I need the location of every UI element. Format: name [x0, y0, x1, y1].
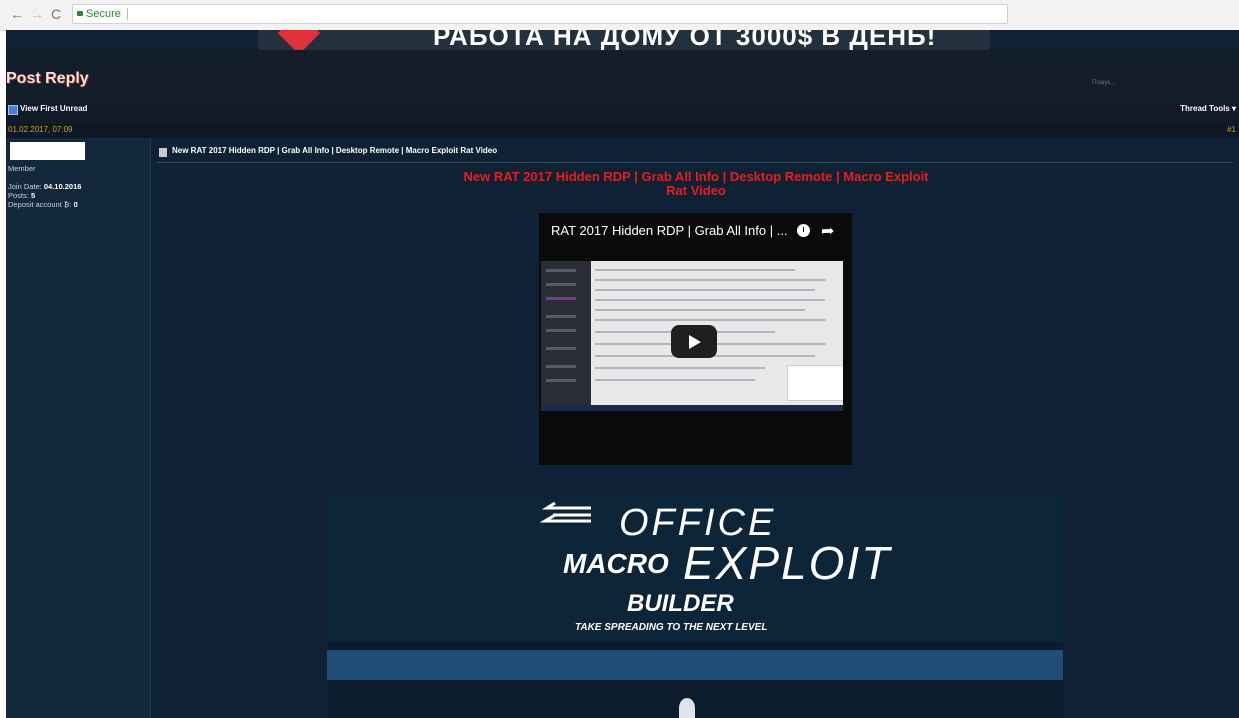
promo-macro-text: MACRO	[563, 548, 669, 579]
ad-banner[interactable]: РАБОТА НА ДОМУ ОТ 3000$ В ДЕНЬ!	[258, 30, 990, 50]
video-embed[interactable]: RAT 2017 Hidden RDP | Grab All Info | ..…	[539, 213, 852, 465]
post-reply-button[interactable]: Post Reply	[6, 70, 89, 88]
promo-exploit-text: EXPLOIT	[683, 537, 892, 589]
posts-row: Posts: 5	[8, 191, 35, 200]
deposit-row: Deposit account ₿: 0	[8, 200, 78, 209]
lock-icon	[77, 11, 83, 16]
reload-icon[interactable]: C	[51, 6, 61, 22]
promo-tagline: TAKE SPREADING TO THE NEXT LEVEL	[575, 622, 768, 633]
thumb-row	[595, 269, 795, 271]
thumb-line	[546, 283, 576, 286]
join-date-value: 04.10.2016	[43, 182, 82, 191]
forum-page: РАБОТА НА ДОМУ ОТ 3000$ В ДЕНЬ! Post Rep…	[6, 30, 1239, 718]
posts-label: Posts:	[8, 191, 29, 200]
thumbnail-taskbar	[541, 405, 843, 411]
secure-label: Secure	[86, 8, 121, 20]
play-icon[interactable]	[671, 325, 717, 358]
post-heading-line1: New RAT 2017 Hidden RDP | Grab All Info …	[463, 169, 929, 184]
post-content: New RAT 2017 Hidden RDP | Grab All Info …	[151, 138, 1239, 718]
video-title[interactable]: RAT 2017 Hidden RDP | Grab All Info | ..…	[551, 223, 788, 238]
browser-toolbar: ← → C Secure	[0, 0, 1239, 31]
post-divider	[157, 162, 1233, 163]
thumb-row	[595, 379, 755, 381]
thumb-line	[546, 379, 576, 382]
thumb-line	[546, 365, 576, 368]
header-band	[6, 50, 1239, 104]
post-icon	[159, 148, 167, 157]
thumb-row	[595, 289, 815, 291]
view-first-unread-link[interactable]: View First Unread	[20, 104, 87, 113]
post-header-bar	[6, 124, 1239, 138]
address-separator	[126, 8, 128, 21]
thumb-line	[546, 297, 576, 300]
thumb-row	[595, 309, 805, 311]
promo-image: OFFICE MACRO EXPLOIT BUILDER TAKE SPREAD…	[327, 492, 1063, 718]
forward-arrow-icon[interactable]: →	[30, 6, 44, 22]
deposit-label: Deposit account ₿:	[8, 200, 72, 209]
thumb-row	[595, 299, 825, 301]
arrow-logo-icon	[539, 502, 591, 523]
share-icon[interactable]: ➦	[821, 221, 834, 241]
banner-logo-icon	[277, 30, 321, 50]
thumb-row	[595, 319, 825, 321]
promo-glow-strip	[327, 650, 1063, 680]
search-input[interactable]: Пошук...	[1092, 80, 1115, 86]
thumb-line	[546, 269, 576, 272]
thread-tools-menu[interactable]: Thread Tools ▾	[1180, 104, 1236, 113]
promo-builder-text: BUILDER	[627, 590, 734, 617]
post-title: New RAT 2017 Hidden RDP | Grab All Info …	[172, 146, 498, 155]
promo-bottom-logo-icon	[679, 698, 695, 718]
thumbnail-dialog	[787, 365, 843, 401]
join-date-label: Join Date:	[8, 182, 42, 191]
thumb-row	[595, 279, 825, 281]
address-bar[interactable]: Secure	[72, 4, 1008, 24]
post-heading: New RAT 2017 Hidden RDP | Grab All Info …	[421, 170, 971, 198]
thumb-row	[595, 367, 765, 369]
username-link[interactable]	[10, 142, 85, 160]
thread-controls-bar	[6, 104, 1239, 124]
user-role: Member	[8, 164, 36, 173]
post-date: 01.02.2017, 07:09	[8, 125, 73, 134]
watch-later-icon[interactable]	[797, 224, 810, 237]
posts-value: 5	[30, 191, 36, 200]
deposit-value: 0	[73, 200, 78, 209]
back-arrow-icon[interactable]: ←	[10, 6, 24, 22]
join-date-row: Join Date: 04.10.2016	[8, 182, 81, 191]
post-number-link[interactable]: #1	[1227, 125, 1236, 134]
thumb-line	[546, 329, 576, 332]
thumb-line	[546, 315, 576, 318]
post-heading-line2: Rat Video	[666, 183, 726, 198]
user-info-sidebar: Member Join Date: 04.10.2016 Posts: 5 De…	[6, 138, 151, 718]
thumb-line	[546, 347, 576, 350]
view-unread-icon	[8, 105, 18, 115]
thumbnail-sidebar	[541, 261, 591, 411]
banner-text: РАБОТА НА ДОМУ ОТ 3000$ В ДЕНЬ!	[433, 30, 937, 50]
